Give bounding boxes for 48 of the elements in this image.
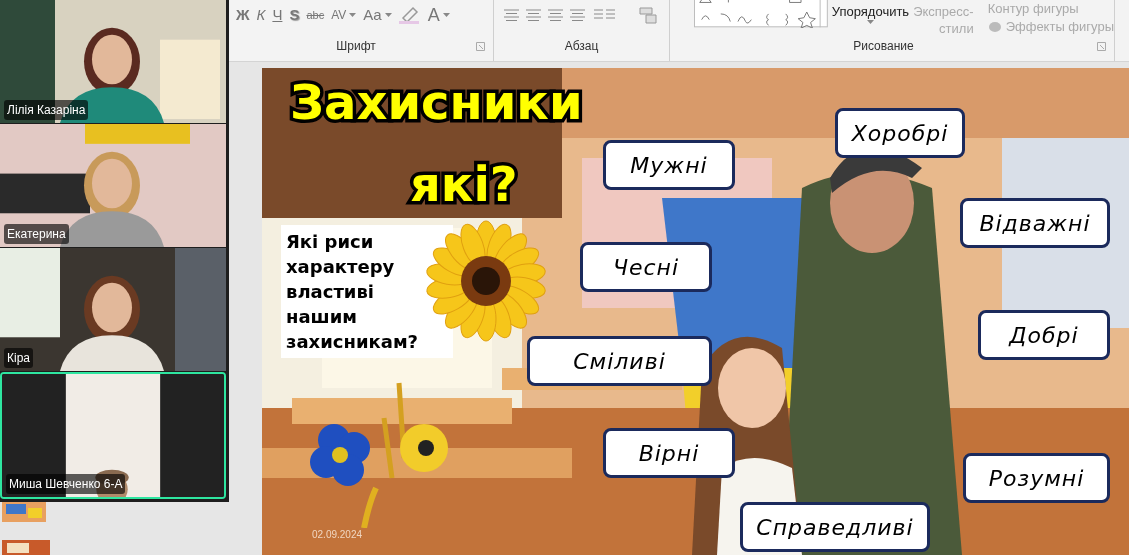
quick-styles-button[interactable]: Экспресс- стили [913,3,974,37]
caret-icon [384,13,392,17]
highlighter-icon[interactable] [398,6,421,24]
arrange-slide-icon[interactable] [638,6,658,24]
trait-card: Сміливі [527,336,712,386]
question-text: Які риси характеру властиві нашим захисникам? [286,230,420,354]
trait-card: Справедливі [740,502,930,552]
font-format-button[interactable]: AV [331,6,357,24]
font-format-button[interactable]: abc [306,6,325,24]
participant-name: Миша Шевченко 6-А [6,474,126,494]
columns-icon[interactable] [594,9,616,21]
trait-card: Розумні [963,453,1110,503]
font-format-button[interactable]: Aa [363,3,392,27]
font-format-button[interactable]: К [256,3,266,27]
group-label: Абзац [563,38,600,55]
arrange-button[interactable]: Упорядочить [831,4,910,20]
participant-name: Екатерина [4,224,69,244]
font-format-button[interactable]: Ж [236,3,250,27]
slide-title: Захисники [290,74,583,130]
shape-outline-button[interactable]: Контур фигуры [987,0,1114,18]
slide-title: які? [410,156,518,212]
video-tile[interactable]: Екатерина [0,124,226,247]
font-format-button[interactable]: S [289,3,300,27]
font-format-button[interactable]: A [427,1,450,29]
trait-card: Добрі [978,310,1110,360]
font-format-button[interactable]: Ч [272,3,283,27]
group-label: Рисование [852,38,915,55]
trait-card: Мужні [603,140,735,190]
trait-card: Хоробрі [835,108,965,158]
participant-name: Лілія Казаріна [4,100,89,120]
caret-icon [442,13,450,17]
dialog-launcher-icon[interactable] [476,41,485,51]
caret-icon [349,13,357,17]
caret-icon [866,20,874,24]
trait-card: Вірні [603,428,735,478]
trait-card: Чесні [580,242,712,292]
participant-name: Кіра [4,348,33,368]
dialog-launcher-icon[interactable] [1097,41,1106,51]
text-align-icons[interactable] [504,9,586,21]
group-label: Шрифт [335,38,377,55]
shape-effects-button[interactable]: Эффекты фигуры [987,18,1114,36]
trait-card: Відважні [960,198,1110,248]
slide-date: 02.09.2024 [312,528,363,542]
video-tile[interactable]: Лілія Казаріна [0,0,226,123]
video-tile[interactable]: Кіра [0,248,226,371]
video-tile[interactable]: Миша Шевченко 6-А [0,372,226,499]
shape-effects-icon [987,21,1002,33]
shapes-gallery[interactable] [694,0,828,28]
